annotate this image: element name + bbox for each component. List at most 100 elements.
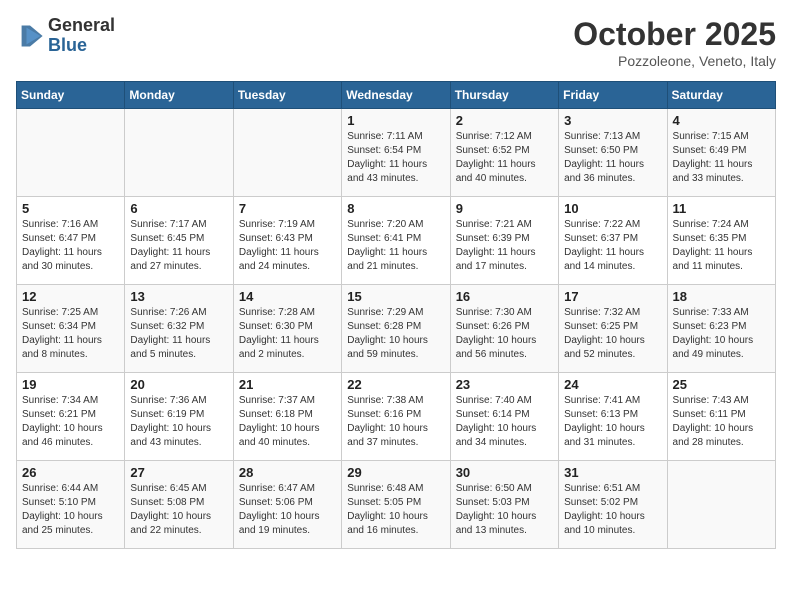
day-info: Sunrise: 7:34 AMSunset: 6:21 PMDaylight:… [22, 394, 119, 450]
header-wednesday: Wednesday [342, 82, 450, 109]
sunrise-text: Sunrise: 7:16 AM [22, 219, 98, 230]
logo: General Blue [16, 16, 115, 56]
daylight-hours: Daylight: 11 hours and 27 minutes. [130, 247, 210, 272]
day-number: 31 [564, 465, 661, 480]
daylight-hours: Daylight: 11 hours and 36 minutes. [564, 159, 644, 184]
day-number: 23 [456, 377, 553, 392]
sunrise-text: Sunrise: 7:43 AM [673, 395, 749, 406]
daylight-hours: Daylight: 11 hours and 8 minutes. [22, 335, 102, 360]
calendar-table: SundayMondayTuesdayWednesdayThursdayFrid… [16, 81, 776, 549]
day-number: 3 [564, 113, 661, 128]
calendar-cell: 21Sunrise: 7:37 AMSunset: 6:18 PMDayligh… [233, 373, 341, 461]
day-number: 28 [239, 465, 336, 480]
daylight-hours: Daylight: 10 hours and 43 minutes. [130, 423, 211, 448]
header-sunday: Sunday [17, 82, 125, 109]
day-info: Sunrise: 7:36 AMSunset: 6:19 PMDaylight:… [130, 394, 227, 450]
sunset-text: Sunset: 6:21 PM [22, 409, 96, 420]
sunset-text: Sunset: 6:41 PM [347, 233, 421, 244]
calendar-cell: 29Sunrise: 6:48 AMSunset: 5:05 PMDayligh… [342, 461, 450, 549]
day-info: Sunrise: 7:20 AMSunset: 6:41 PMDaylight:… [347, 218, 444, 274]
daylight-hours: Daylight: 10 hours and 22 minutes. [130, 511, 211, 536]
sunset-text: Sunset: 6:52 PM [456, 145, 530, 156]
day-number: 14 [239, 289, 336, 304]
calendar-cell: 7Sunrise: 7:19 AMSunset: 6:43 PMDaylight… [233, 197, 341, 285]
sunrise-text: Sunrise: 6:45 AM [130, 483, 206, 494]
day-info: Sunrise: 7:41 AMSunset: 6:13 PMDaylight:… [564, 394, 661, 450]
day-info: Sunrise: 7:26 AMSunset: 6:32 PMDaylight:… [130, 306, 227, 362]
sunrise-text: Sunrise: 7:21 AM [456, 219, 532, 230]
sunset-text: Sunset: 6:25 PM [564, 321, 638, 332]
header-thursday: Thursday [450, 82, 558, 109]
header-friday: Friday [559, 82, 667, 109]
day-info: Sunrise: 7:22 AM Sunset: 6:37 PM Daylight:… [564, 218, 661, 274]
calendar-cell: 18Sunrise: 7:33 AMSunset: 6:23 PMDayligh… [667, 285, 775, 373]
calendar-cell: 11 Sunrise: 7:24 AMSunset: 6:35 PMDayligh… [667, 197, 775, 285]
sunrise-text: Sunrise: 7:32 AM [564, 307, 640, 318]
day-number: 12 [22, 289, 119, 304]
daylight-hours: Daylight: 11 hours and 21 minutes. [347, 247, 427, 272]
day-info: Sunrise: 7:30 AMSunset: 6:26 PMDaylight:… [456, 306, 553, 362]
daylight-hours: Daylight: 11 hours and 14 minutes. [564, 247, 644, 272]
daylight-hours: Daylight: 11 hours and 30 minutes. [22, 247, 102, 272]
daylight-hours: Daylight: 10 hours and 49 minutes. [673, 335, 754, 360]
day-number: 18 [673, 289, 770, 304]
daylight-hours: Daylight: 10 hours and 10 minutes. [564, 511, 645, 536]
header-monday: Monday [125, 82, 233, 109]
calendar-cell [667, 461, 775, 549]
daylight-hours: Daylight: 10 hours and 59 minutes. [347, 335, 428, 360]
sunset-text: Sunset: 6:50 PM [564, 145, 638, 156]
sunrise-text: Sunrise: 7:29 AM [347, 307, 423, 318]
day-info: Sunrise: 6:45 AMSunset: 5:08 PMDaylight:… [130, 482, 227, 538]
sunset-text: Sunset: 6:34 PM [22, 321, 96, 332]
sunset-text: Sunset: 6:39 PM [456, 233, 530, 244]
sunrise-text: Sunrise: 7:13 AM [564, 131, 640, 142]
day-info: Sunrise: 6:50 AMSunset: 5:03 PMDaylight:… [456, 482, 553, 538]
calendar-week-1: 1Sunrise: 7:11 AMSunset: 6:54 PMDaylight… [17, 109, 776, 197]
sunrise-text: Sunrise: 7:34 AM [22, 395, 98, 406]
header-tuesday: Tuesday [233, 82, 341, 109]
sunrise-text: Sunrise: 6:48 AM [347, 483, 423, 494]
sunrise-text: Sunrise: 7:37 AM [239, 395, 315, 406]
day-number: 8 [347, 201, 444, 216]
calendar-cell: 5Sunrise: 7:16 AMSunset: 6:47 PMDaylight… [17, 197, 125, 285]
sunset-text: Sunset: 6:11 PM [673, 409, 746, 420]
sunrise-text: Sunrise: 7:22 AM [564, 219, 640, 230]
day-info: Sunrise: 7:11 AMSunset: 6:54 PMDaylight:… [347, 130, 444, 186]
sunset-text: Sunset: 6:43 PM [239, 233, 313, 244]
daylight-hours: Daylight: 11 hours and 11 minutes. [673, 247, 753, 272]
day-number: 9 [456, 201, 553, 216]
day-number: 11 [673, 201, 770, 216]
day-number: 25 [673, 377, 770, 392]
page-header: General Blue October 2025 Pozzoleone, Ve… [16, 16, 776, 69]
sunset-text: Sunset: 6:35 PM [673, 233, 747, 244]
sunset-text: Sunset: 6:37 PM [564, 233, 638, 244]
calendar-week-5: 26Sunrise: 6:44 AMSunset: 5:10 PMDayligh… [17, 461, 776, 549]
day-info: Sunrise: 7:40 AMSunset: 6:14 PMDaylight:… [456, 394, 553, 450]
calendar-cell [125, 109, 233, 197]
calendar-cell [233, 109, 341, 197]
calendar-week-4: 19Sunrise: 7:34 AMSunset: 6:21 PMDayligh… [17, 373, 776, 461]
calendar-cell: 19Sunrise: 7:34 AMSunset: 6:21 PMDayligh… [17, 373, 125, 461]
calendar-cell: 6Sunrise: 7:17 AMSunset: 6:45 PMDaylight… [125, 197, 233, 285]
day-info: Sunrise: 7:24 AMSunset: 6:35 PMDaylight:… [673, 218, 770, 274]
sunset-text: Sunset: 6:54 PM [347, 145, 421, 156]
sunset-text: Sunset: 6:19 PM [130, 409, 204, 420]
sunrise-text: Sunrise: 7:40 AM [456, 395, 532, 406]
sunset-text: Sunset: 5:02 PM [564, 497, 638, 508]
day-info: Sunrise: 7:15 AMSunset: 6:49 PMDaylight:… [673, 130, 770, 186]
day-info: Sunrise: 7:17 AMSunset: 6:45 PMDaylight:… [130, 218, 227, 274]
sunset-text: Sunset: 5:10 PM [22, 497, 96, 508]
sunrise-text: Sunrise: 7:17 AM [130, 219, 206, 230]
daylight-hours: Daylight: 10 hours and 52 minutes. [564, 335, 645, 360]
daylight-hours: Daylight: 10 hours and 56 minutes. [456, 335, 537, 360]
day-number: 26 [22, 465, 119, 480]
daylight-hours: Daylight: 10 hours and 13 minutes. [456, 511, 537, 536]
day-info: Sunrise: 7:29 AMSunset: 6:28 PMDaylight:… [347, 306, 444, 362]
daylight-hours: Daylight: 10 hours and 34 minutes. [456, 423, 537, 448]
calendar-cell: 31Sunrise: 6:51 AMSunset: 5:02 PMDayligh… [559, 461, 667, 549]
calendar-cell: 25Sunrise: 7:43 AMSunset: 6:11 PMDayligh… [667, 373, 775, 461]
daylight-hours: Daylight: 11 hours and 2 minutes. [239, 335, 319, 360]
sunset-text: Sunset: 5:05 PM [347, 497, 421, 508]
logo-general-text: General [48, 15, 115, 35]
calendar-cell: 24Sunrise: 7:41 AMSunset: 6:13 PMDayligh… [559, 373, 667, 461]
